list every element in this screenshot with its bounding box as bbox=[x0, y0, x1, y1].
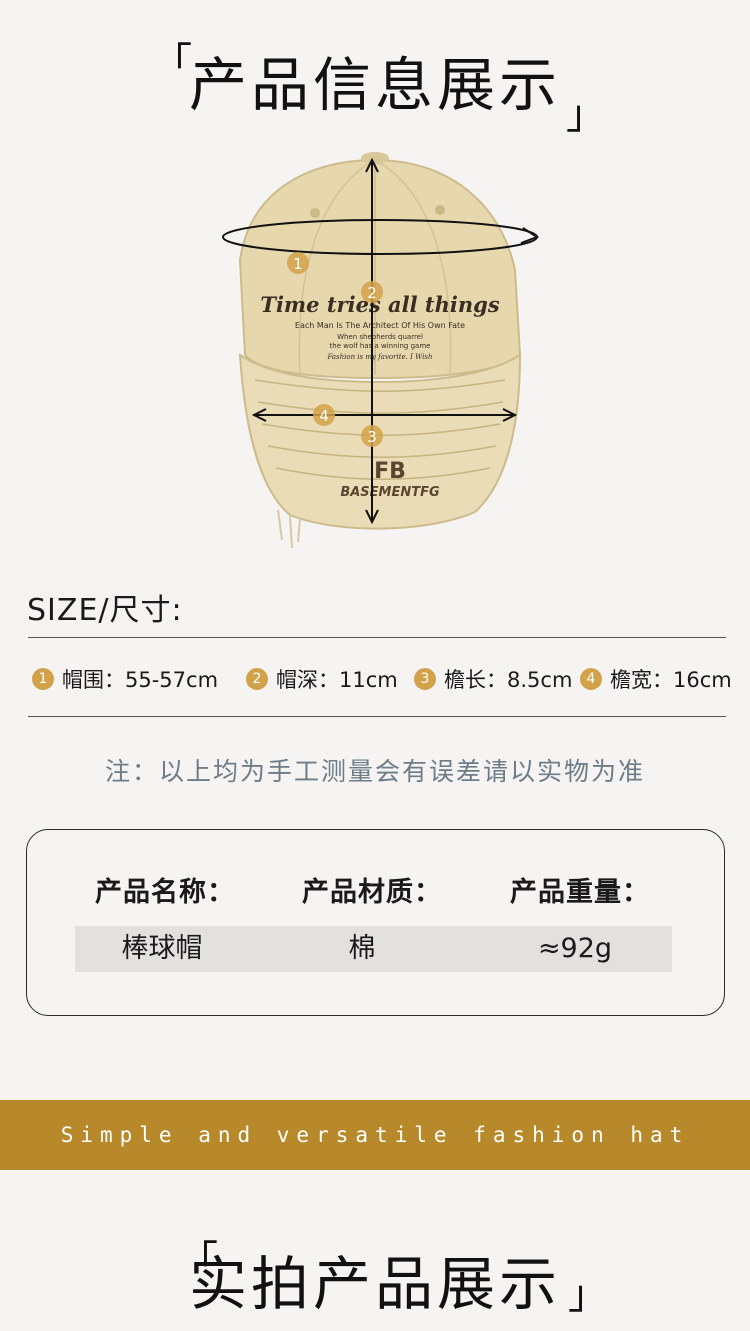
measurement-note: 注：以上均为手工测量会有误差请以实物为准 bbox=[104, 757, 645, 786]
marker-3: 3 bbox=[361, 425, 383, 447]
number-2-icon: 2 bbox=[246, 668, 268, 690]
size-text-depth: 帽深：11cm bbox=[276, 668, 398, 692]
hat-illustration: Time tries all things Each Man Is The Ar… bbox=[222, 152, 540, 549]
info-value-name: 棒球帽 bbox=[121, 933, 203, 964]
divider-bottom bbox=[28, 716, 726, 717]
size-text-brim-length: 檐长：8.5cm bbox=[444, 668, 573, 692]
info-value-weight: ≈92g bbox=[537, 933, 613, 964]
hat-logo-mark: FB bbox=[374, 459, 406, 484]
marker-4: 4 bbox=[313, 404, 335, 426]
section-title-photos: 实拍产品展示 bbox=[188, 1250, 561, 1318]
number-4-icon: 4 bbox=[580, 668, 602, 690]
number-3-icon: 3 bbox=[414, 668, 436, 690]
hat-product-image: Time tries all things Each Man Is The Ar… bbox=[200, 140, 560, 560]
size-item-circumference: 1 帽围：55-57cm bbox=[32, 663, 218, 695]
size-specs: 1 帽围：55-57cm 2 帽深：11cm 3 檐长：8.5cm 4 檐宽：1… bbox=[32, 663, 732, 695]
svg-text:4: 4 bbox=[319, 407, 329, 425]
title-close-bracket: 」 bbox=[566, 92, 606, 138]
slogan-banner: Simple and versatile fashion hat bbox=[0, 1100, 750, 1170]
size-item-depth: 2 帽深：11cm bbox=[246, 663, 398, 695]
marker-2: 2 bbox=[361, 281, 383, 303]
svg-text:2: 2 bbox=[367, 284, 377, 302]
marker-1: 1 bbox=[287, 252, 309, 274]
number-1-icon: 1 bbox=[32, 668, 54, 690]
hat-subline-1: Each Man Is The Architect Of His Own Fat… bbox=[295, 321, 465, 330]
hat-subline-3: the wolf has a winning game bbox=[330, 342, 431, 350]
size-label: SIZE/尺寸: bbox=[27, 593, 183, 628]
info-header-name: 产品名称： bbox=[95, 877, 235, 908]
page-title: 产品信息展示 bbox=[188, 51, 561, 119]
product-info-card bbox=[26, 829, 725, 1016]
hat-logo-text: BASEMENTFG bbox=[340, 485, 440, 500]
hat-subline-2: When shepherds quarrel bbox=[337, 333, 423, 341]
size-item-brim-width: 4 檐宽：16cm bbox=[580, 663, 732, 695]
divider-top bbox=[28, 637, 726, 638]
hat-subline-4: Fashion is my favorite. I Wish bbox=[326, 353, 432, 361]
size-text-circumference: 帽围：55-57cm bbox=[62, 668, 219, 692]
info-header-material: 产品材质： bbox=[302, 877, 442, 908]
size-text-brim-width: 檐宽：16cm bbox=[610, 668, 732, 692]
svg-text:1: 1 bbox=[293, 255, 303, 273]
info-header-weight: 产品重量： bbox=[510, 877, 650, 908]
size-item-brim-length: 3 檐长：8.5cm bbox=[414, 663, 572, 695]
info-value-material: 棉 bbox=[348, 933, 376, 964]
svg-text:3: 3 bbox=[367, 428, 377, 446]
title2-close-bracket: 」 bbox=[568, 1272, 608, 1318]
